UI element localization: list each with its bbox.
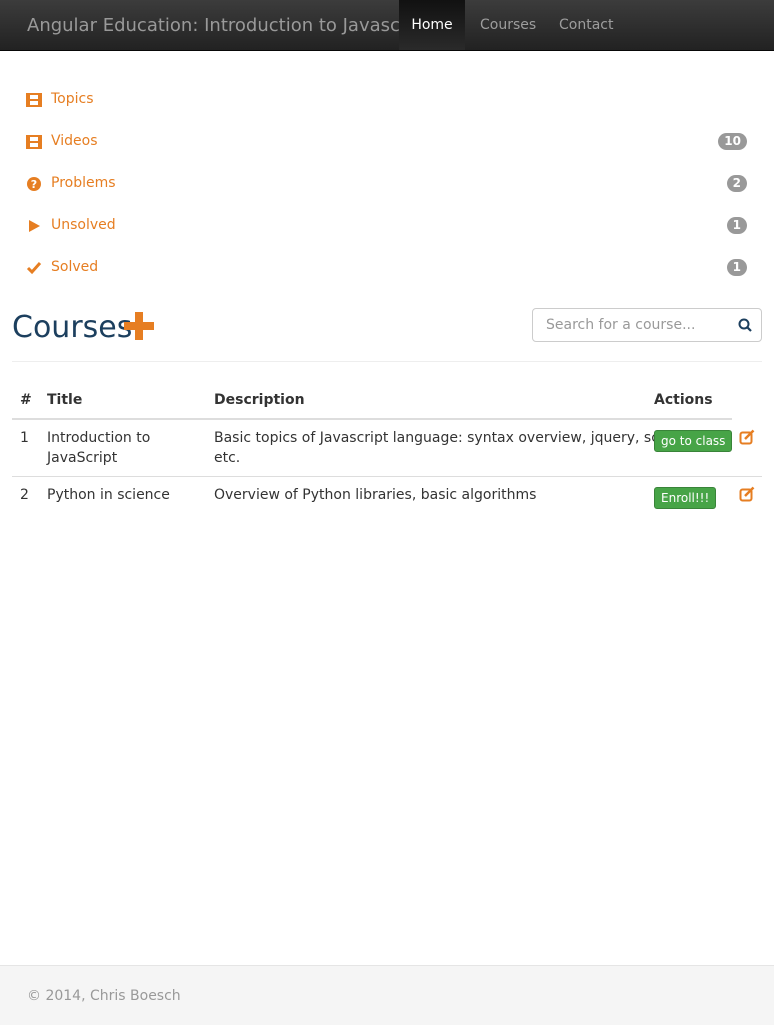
copyright-text: © 2014, Chris Boesch (27, 988, 181, 1004)
column-header-description: Description (214, 392, 305, 408)
count-badge: 10 (718, 133, 747, 150)
play-icon (29, 220, 40, 232)
nav-contact[interactable]: Contact (559, 0, 613, 50)
search-icon[interactable] (738, 318, 752, 332)
edit-icon[interactable] (739, 486, 755, 502)
footer: © 2014, Chris Boesch (0, 965, 774, 1025)
count-badge: 1 (726, 259, 747, 276)
course-title: Introduction to (47, 430, 151, 446)
row-number: 1 (20, 430, 29, 446)
course-description: Basic topics of Javascript language: syn… (214, 430, 693, 446)
sidebar-item-label: Solved (51, 259, 99, 275)
sidebar-item-solved[interactable]: Solved 1 (0, 256, 774, 280)
page-title: Courses (12, 310, 133, 345)
row-divider (12, 476, 762, 477)
film-icon (26, 135, 42, 149)
navbar: Angular Education: Introduction to Javas… (0, 0, 774, 51)
search-input[interactable] (534, 310, 724, 340)
divider (12, 361, 762, 362)
course-title-continued: JavaScript (47, 450, 118, 466)
column-header-actions: Actions (654, 392, 713, 408)
go-to-class-button[interactable]: go to class (654, 430, 733, 452)
check-icon (26, 262, 42, 275)
nav-courses[interactable]: Courses (480, 0, 536, 50)
enroll-button[interactable]: Enroll!!! (654, 487, 717, 509)
svg-text:?: ? (31, 178, 37, 191)
course-description-continued: etc. (214, 450, 241, 466)
plus-icon[interactable] (124, 312, 154, 340)
column-header-title: Title (47, 392, 83, 408)
count-badge: 1 (726, 217, 747, 234)
count-badge: 2 (726, 175, 747, 192)
sidebar-item-label: Problems (51, 175, 116, 191)
column-header-number: # (20, 392, 32, 408)
question-circle-icon: ? (27, 177, 41, 191)
sidebar-item-label: Videos (51, 133, 98, 149)
sidebar-item-label: Unsolved (51, 217, 116, 233)
brand-title[interactable]: Angular Education: Introduction to Javas… (27, 15, 431, 36)
film-icon (26, 93, 42, 107)
sidebar-item-label: Topics (51, 91, 94, 107)
sidebar-item-unsolved[interactable]: Unsolved 1 (0, 214, 774, 238)
edit-icon[interactable] (739, 429, 755, 445)
course-title: Python in science (47, 487, 170, 503)
course-description: Overview of Python libraries, basic algo… (214, 487, 537, 503)
sidebar-item-videos[interactable]: Videos 10 (0, 130, 774, 154)
row-number: 2 (20, 487, 29, 503)
search-box (532, 308, 762, 342)
sidebar-item-topics[interactable]: Topics (0, 88, 774, 112)
nav-home[interactable]: Home (399, 0, 465, 50)
sidebar-item-problems[interactable]: ? Problems 2 (0, 172, 774, 196)
table-header-divider (12, 418, 732, 420)
